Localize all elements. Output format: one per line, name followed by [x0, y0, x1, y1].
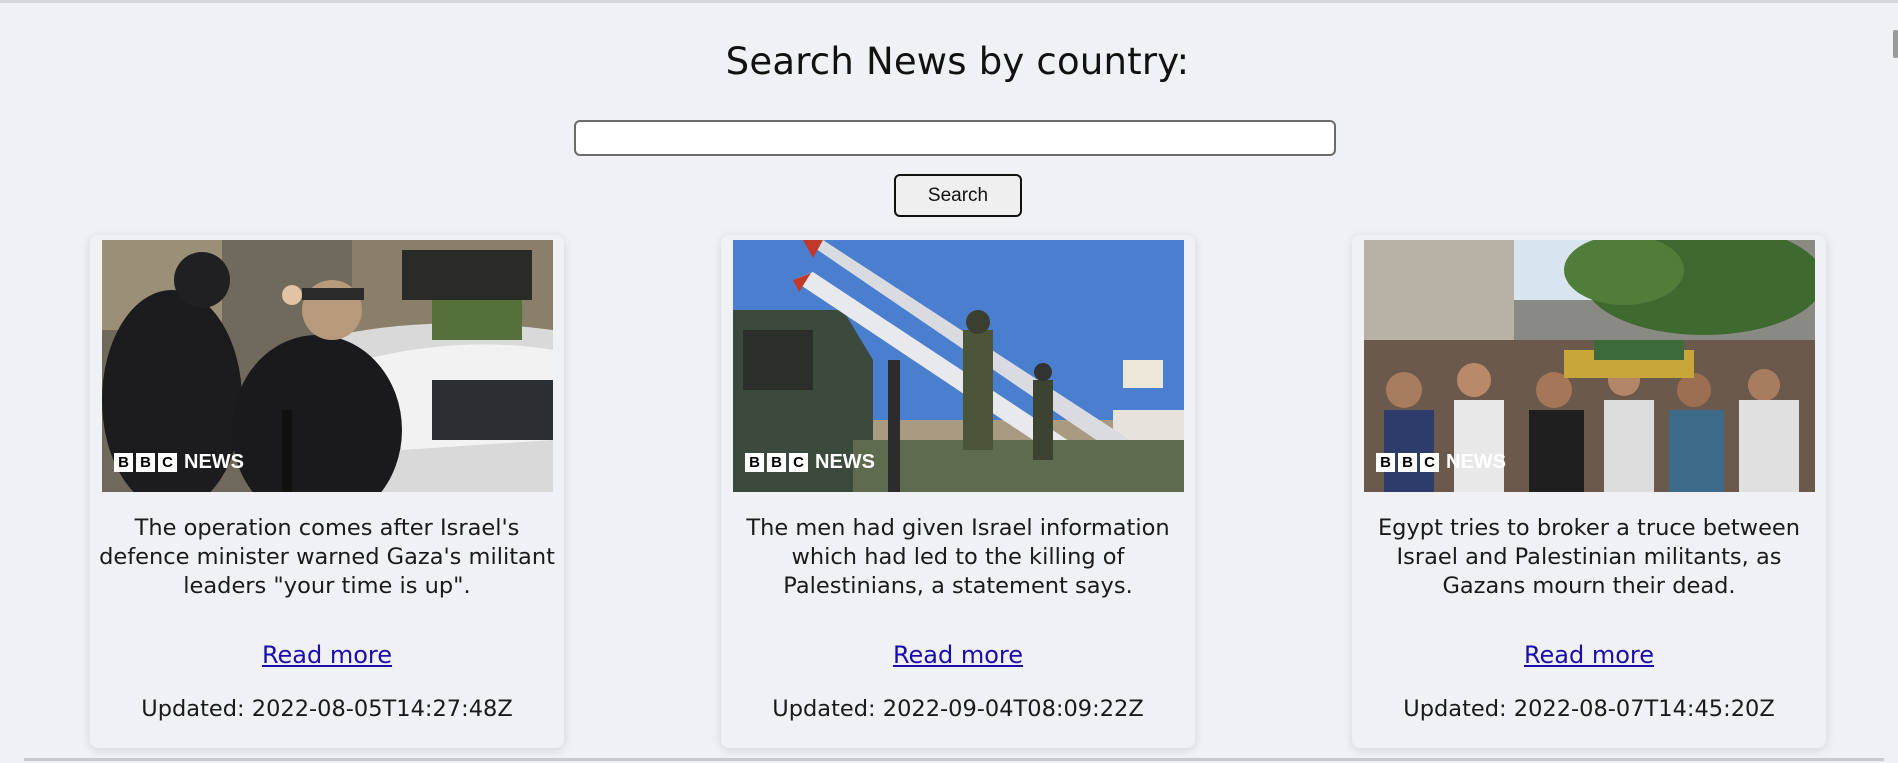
- search-button[interactable]: Search: [894, 174, 1022, 217]
- updated-value: 2022-08-07T14:45:20Z: [1513, 696, 1775, 722]
- updated-label: Updated:: [1403, 696, 1507, 722]
- bbc-news-logo: B B C NEWS: [745, 451, 875, 474]
- read-more-link[interactable]: Read more: [721, 641, 1195, 669]
- news-card: B B C NEWS Egypt tries to broker a truce…: [1352, 235, 1826, 748]
- updated-timestamp: Updated: 2022-08-05T14:27:48Z: [90, 696, 564, 722]
- bbc-news-logo: B B C NEWS: [1376, 451, 1506, 474]
- article-description: The operation comes after Israel's defen…: [99, 515, 555, 599]
- bbc-news-logo: B B C NEWS: [114, 451, 244, 474]
- bottom-border: [24, 758, 1884, 761]
- top-border: [0, 0, 1898, 3]
- updated-label: Updated:: [772, 696, 876, 722]
- article-image: B B C NEWS: [1364, 240, 1815, 492]
- updated-label: Updated:: [141, 696, 245, 722]
- updated-value: 2022-08-05T14:27:48Z: [251, 696, 513, 722]
- article-description: The men had given Israel information whi…: [746, 515, 1170, 599]
- news-card: B B C NEWS The men had given Israel info…: [721, 235, 1195, 748]
- updated-timestamp: Updated: 2022-09-04T08:09:22Z: [721, 696, 1195, 722]
- news-card: B B C NEWS The operation comes after Isr…: [90, 235, 564, 748]
- page-title: Search News by country:: [725, 40, 1190, 83]
- read-more-link[interactable]: Read more: [1352, 641, 1826, 669]
- article-image: B B C NEWS: [102, 240, 553, 492]
- updated-value: 2022-09-04T08:09:22Z: [882, 696, 1144, 722]
- article-image: B B C NEWS: [733, 240, 1184, 492]
- read-more-link[interactable]: Read more: [90, 641, 564, 669]
- updated-timestamp: Updated: 2022-08-07T14:45:20Z: [1352, 696, 1826, 722]
- search-input[interactable]: [574, 120, 1336, 156]
- article-description: Egypt tries to broker a truce between Is…: [1377, 515, 1801, 599]
